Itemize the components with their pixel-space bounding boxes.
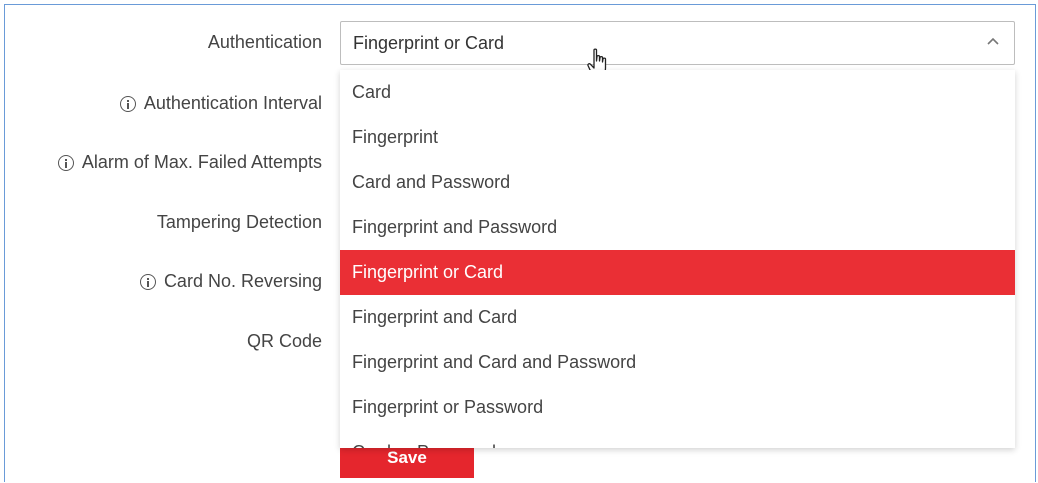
authentication-selected-value: Fingerprint or Card [353,32,505,53]
label-text: Authentication [207,32,322,52]
label-text: Tampering Detection [156,212,322,232]
label-qr-code: QR Code [247,331,322,352]
dropdown-option-fingerprint-and-password[interactable]: Fingerprint and Password [340,205,1015,250]
label-text: Alarm of Max. Failed Attempts [81,152,322,172]
authentication-dropdown: Card Fingerprint Card and Password Finge… [340,70,1015,448]
label-text: Card No. Reversing [163,271,322,291]
label-alarm-max-failed-attempts: Alarm of Max. Failed Attempts [57,152,322,173]
label-text: Authentication Interval [143,93,322,113]
info-icon[interactable] [57,154,74,171]
label-card-no-reversing: Card No. Reversing [139,271,322,292]
info-icon[interactable] [119,95,136,112]
label-tampering-detection: Tampering Detection [157,212,322,233]
authentication-select[interactable]: Fingerprint or Card [340,21,1015,65]
dropdown-option-fingerprint-or-password[interactable]: Fingerprint or Password [340,385,1015,430]
dropdown-option-card-and-password[interactable]: Card and Password [340,160,1015,205]
label-authentication: Authentication [208,32,322,53]
dropdown-option-fingerprint[interactable]: Fingerprint [340,115,1015,160]
dropdown-option-fingerprint-or-card[interactable]: Fingerprint or Card [340,250,1015,295]
chevron-up-icon [987,37,999,45]
dropdown-option-fingerprint-and-card[interactable]: Fingerprint and Card [340,295,1015,340]
label-authentication-interval: Authentication Interval [119,93,322,114]
label-text: QR Code [246,331,322,351]
dropdown-option-fingerprint-and-card-and-password[interactable]: Fingerprint and Card and Password [340,340,1015,385]
info-icon[interactable] [139,273,156,290]
dropdown-option-card[interactable]: Card [340,70,1015,115]
dropdown-option-card-or-password[interactable]: Card or Password [340,430,1015,448]
